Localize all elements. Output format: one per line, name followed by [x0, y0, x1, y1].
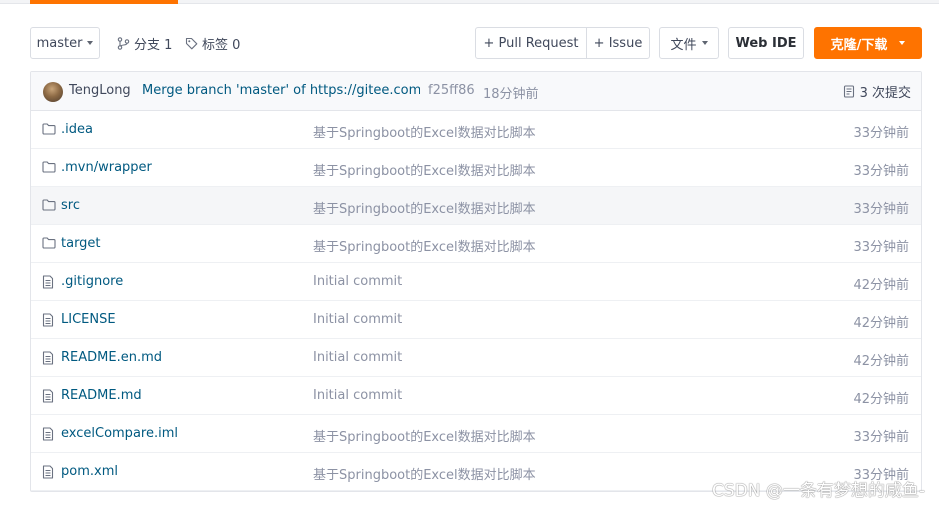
file-row[interactable]: README.en.md Initial commit 42分钟前 [31, 339, 921, 377]
file-commit-message[interactable]: Initial commit [313, 312, 402, 327]
file-row[interactable]: target 基于Springboot的Excel数据对比脚本 33分钟前 [31, 225, 921, 263]
commit-message[interactable]: Merge branch 'master' of https://gitee.c… [142, 83, 420, 98]
chevron-down-icon [701, 41, 708, 45]
issue-button[interactable]: + Issue [586, 28, 649, 58]
pr-issue-group: + Pull Request + Issue [475, 27, 650, 59]
file-name-link[interactable]: src [61, 198, 80, 213]
file-commit-message[interactable]: Initial commit [313, 274, 402, 289]
branches-count: 分支 1 [134, 37, 173, 53]
repo-toolbar: master 分支 1 标签 0 + Pull Request + Issue … [30, 27, 922, 60]
file-name-link[interactable]: README.en.md [61, 350, 162, 365]
file-list: .idea 基于Springboot的Excel数据对比脚本 33分钟前 .mvn/w… [31, 111, 921, 491]
pull-request-button[interactable]: + Pull Request [476, 28, 586, 58]
chevron-down-icon [899, 41, 906, 45]
file-icon [42, 389, 54, 403]
file-icon [42, 351, 54, 365]
file-commit-time: 33分钟前 [853, 164, 909, 179]
file-row[interactable]: excelCompare.iml 基于Springboot的Excel数据对比脚本… [31, 415, 921, 453]
tags-count: 标签 0 [202, 37, 241, 53]
file-name-link[interactable]: excelCompare.iml [61, 426, 178, 441]
file-commit-message[interactable]: 基于Springboot的Excel数据对比脚本 [313, 426, 536, 445]
branch-select[interactable]: master [30, 27, 100, 59]
file-name-link[interactable]: .mvn/wrapper [61, 160, 152, 175]
file-row[interactable]: .gitignore Initial commit 42分钟前 [31, 263, 921, 301]
tag-icon [185, 37, 198, 49]
commit-author[interactable]: TengLong [69, 83, 131, 98]
file-name-link[interactable]: .gitignore [61, 274, 123, 289]
file-commit-message[interactable]: 基于Springboot的Excel数据对比脚本 [313, 198, 536, 217]
file-menu-button[interactable]: 文件 [659, 27, 719, 59]
file-commit-message[interactable]: 基于Springboot的Excel数据对比脚本 [313, 236, 536, 255]
file-name-link[interactable]: target [61, 236, 101, 251]
file-menu-label: 文件 [670, 37, 697, 53]
file-commit-time: 42分钟前 [853, 316, 909, 331]
commit-count-label: 3 次提交 [859, 86, 911, 101]
file-name-link[interactable]: pom.xml [61, 464, 118, 479]
chevron-down-icon [87, 41, 94, 45]
latest-commit-bar: TengLong Merge branch 'master' of https:… [31, 72, 921, 111]
file-commit-time: 33分钟前 [853, 126, 909, 141]
branches-link[interactable]: 分支 1 [117, 27, 172, 59]
branch-icon [117, 36, 130, 50]
file-name-link[interactable]: LICENSE [61, 312, 116, 327]
folder-icon [42, 237, 56, 249]
file-commit-message[interactable]: Initial commit [313, 350, 402, 365]
file-commit-time: 33分钟前 [853, 240, 909, 255]
file-icon [42, 275, 54, 289]
commit-count-link[interactable]: 3 次提交 [843, 82, 911, 101]
file-commit-message[interactable]: 基于Springboot的Excel数据对比脚本 [313, 160, 536, 179]
file-commit-message[interactable]: 基于Springboot的Excel数据对比脚本 [313, 464, 536, 483]
branch-select-label: master [36, 35, 83, 51]
csdn-watermark: CSDN @一条有梦想的咸鱼- [711, 481, 925, 501]
file-icon [42, 313, 54, 327]
tags-link[interactable]: 标签 0 [185, 27, 240, 59]
folder-icon [42, 123, 56, 135]
avatar[interactable] [43, 82, 63, 102]
file-row[interactable]: LICENSE Initial commit 42分钟前 [31, 301, 921, 339]
clone-download-button[interactable]: 克隆/下载 [814, 27, 922, 59]
file-row[interactable]: README.md Initial commit 42分钟前 [31, 377, 921, 415]
file-commit-time: 42分钟前 [853, 392, 909, 407]
file-commit-message[interactable]: 基于Springboot的Excel数据对比脚本 [313, 122, 536, 141]
file-commit-time: 33分钟前 [853, 430, 909, 445]
clone-download-label: 克隆/下载 [830, 37, 888, 53]
folder-icon [42, 199, 56, 211]
commit-hash[interactable]: f25ff86 [428, 83, 475, 98]
commit-time: 18分钟前 [483, 87, 539, 102]
folder-icon [42, 161, 56, 173]
file-icon [42, 427, 54, 441]
file-commit-message[interactable]: Initial commit [313, 388, 402, 403]
file-row[interactable]: src 基于Springboot的Excel数据对比脚本 33分钟前 [31, 187, 921, 225]
file-commit-time: 42分钟前 [853, 278, 909, 293]
file-commit-time: 33分钟前 [853, 202, 909, 217]
file-tree: TengLong Merge branch 'master' of https:… [30, 71, 922, 492]
web-ide-button[interactable]: Web IDE [728, 27, 804, 59]
commits-icon [843, 85, 854, 98]
file-icon [42, 465, 54, 479]
file-name-link[interactable]: README.md [61, 388, 142, 403]
active-tab-indicator [30, 0, 178, 4]
file-row[interactable]: .mvn/wrapper 基于Springboot的Excel数据对比脚本 33分钟… [31, 149, 921, 187]
file-name-link[interactable]: .idea [61, 122, 93, 137]
file-commit-time: 42分钟前 [853, 354, 909, 369]
file-row[interactable]: .idea 基于Springboot的Excel数据对比脚本 33分钟前 [31, 111, 921, 149]
